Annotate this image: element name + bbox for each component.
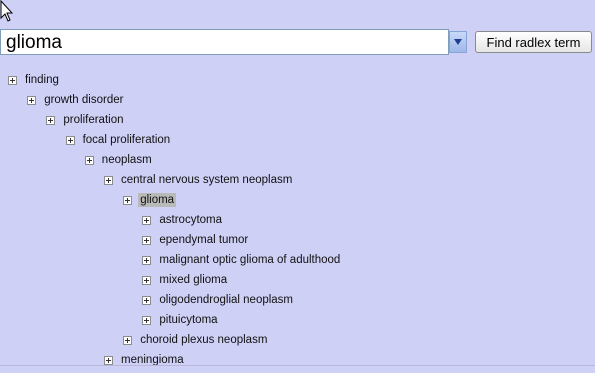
plus-box-icon[interactable] [104,355,113,365]
tree-node-label[interactable]: pituicytoma [157,313,219,327]
tree-node[interactable]: choroid plexus neoplasm [123,330,269,350]
tree-node-label[interactable]: choroid plexus neoplasm [138,333,269,347]
search-input[interactable] [0,29,449,55]
tree-node[interactable]: astrocytoma [142,210,224,230]
bottom-divider [0,365,595,366]
plus-box-icon[interactable] [46,115,56,125]
search-bar: Find radlex term [0,29,595,55]
tree-node[interactable]: growth disorder [27,90,125,110]
plus-box-icon[interactable] [123,335,133,345]
tree-node[interactable]: ependymal tumor [142,230,250,250]
plus-box-icon[interactable] [142,235,152,245]
plus-box-icon[interactable] [84,155,94,165]
plus-box-icon[interactable] [142,215,152,225]
plus-box-icon[interactable] [142,255,152,265]
tree-node[interactable]: central nervous system neoplasm [104,170,294,190]
tree-node-label[interactable]: ependymal tumor [157,233,250,247]
tree-node[interactable]: malignant optic glioma of adulthood [142,250,342,270]
tree-node[interactable]: oligodendroglial neoplasm [142,290,295,310]
plus-box-icon[interactable] [8,75,17,85]
tree-node-label[interactable]: oligodendroglial neoplasm [157,293,295,307]
tree-node-label[interactable]: glioma [138,193,177,207]
plus-box-icon[interactable] [142,295,152,305]
tree-node-label[interactable]: neoplasm [100,153,154,167]
tree-node[interactable]: glioma [123,190,177,210]
tree-node[interactable]: meningioma [104,350,186,370]
tree-node-label[interactable]: malignant optic glioma of adulthood [157,253,342,267]
plus-box-icon[interactable] [65,135,75,145]
tree-node-label[interactable]: growth disorder [42,93,125,107]
tree-node-label[interactable]: mixed glioma [157,273,229,287]
tree-node-label[interactable]: central nervous system neoplasm [119,173,294,187]
plus-box-icon[interactable] [142,275,152,285]
arrow-cursor-icon [0,0,14,22]
tree-node-label[interactable]: focal proliferation [81,133,173,147]
tree-node[interactable]: pituicytoma [142,310,219,330]
tree-node-label[interactable]: astrocytoma [157,213,224,227]
plus-box-icon[interactable] [142,315,152,325]
tree-node[interactable]: focal proliferation [65,130,173,150]
tree-node-label[interactable]: proliferation [61,113,125,127]
plus-box-icon[interactable] [104,175,113,185]
tree-node-label[interactable]: finding [23,73,61,87]
plus-box-icon[interactable] [27,95,37,105]
tree-node[interactable]: neoplasm [84,150,154,170]
tree-node[interactable]: mixed glioma [142,270,229,290]
tree-node[interactable]: finding [8,70,61,90]
plus-box-icon[interactable] [123,195,133,205]
dropdown-button[interactable] [449,31,467,53]
triangle-down-icon [454,39,462,45]
tree-node[interactable]: proliferation [46,110,125,130]
find-radlex-term-button[interactable]: Find radlex term [475,31,592,53]
